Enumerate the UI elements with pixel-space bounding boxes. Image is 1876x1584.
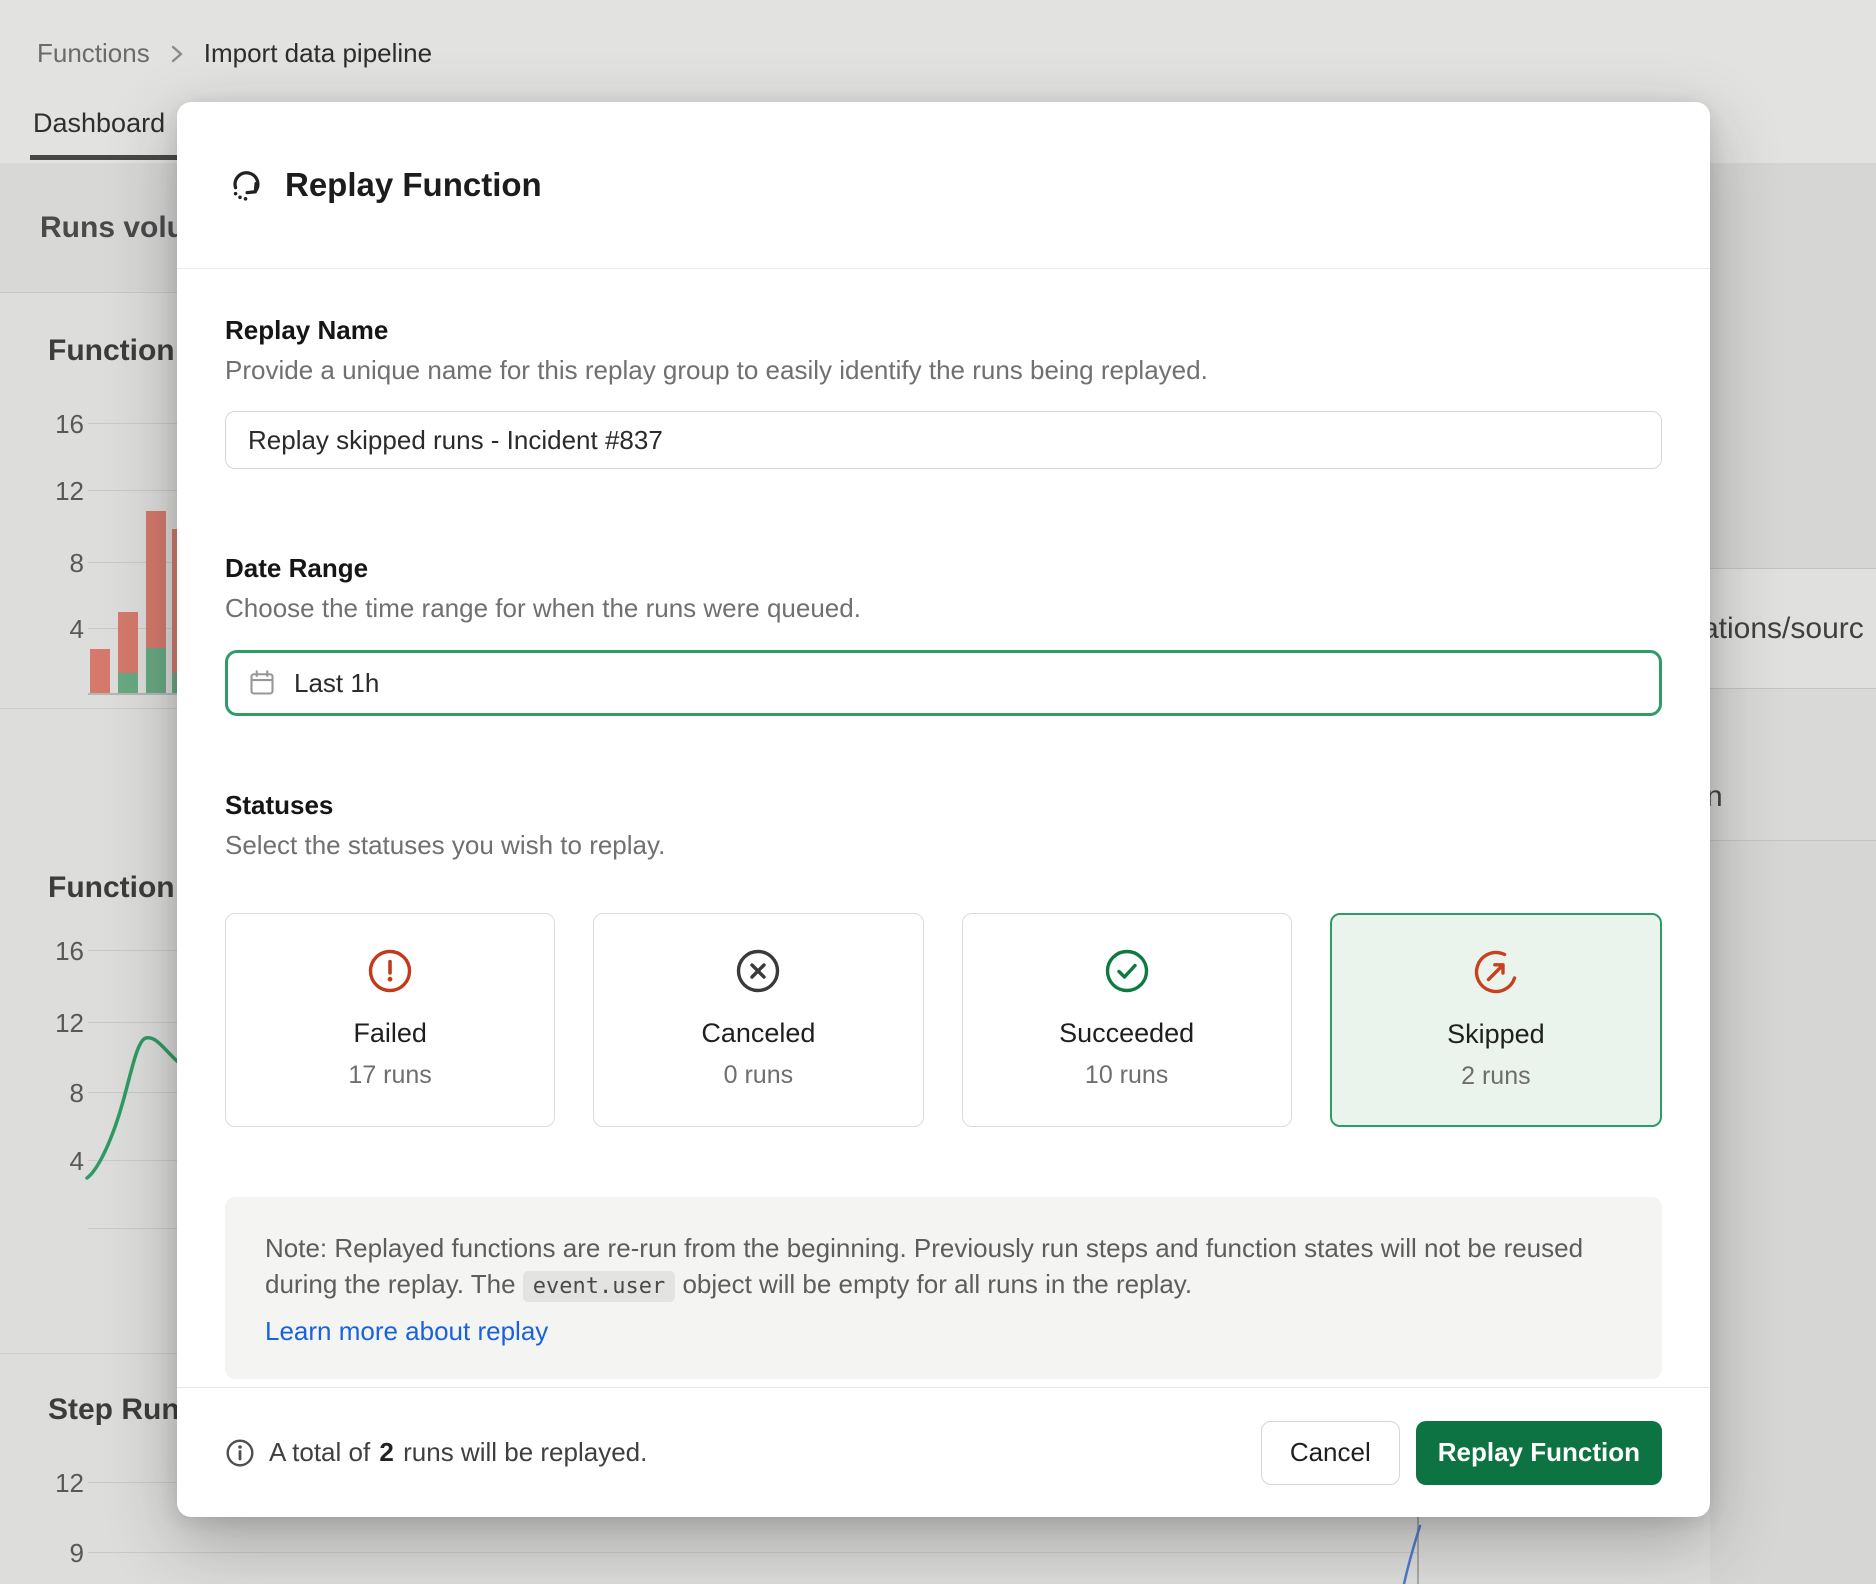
- footer-buttons: Cancel Replay Function: [1261, 1421, 1662, 1485]
- blue-line-series: [1395, 1515, 1425, 1584]
- chevron-right-icon: [170, 43, 184, 65]
- status-card-skipped[interactable]: Skipped 2 runs: [1330, 913, 1662, 1127]
- background-row: [1710, 689, 1876, 841]
- breadcrumb-page: Import data pipeline: [204, 38, 432, 69]
- cancel-button[interactable]: Cancel: [1261, 1421, 1400, 1485]
- replay-icon: [229, 168, 265, 202]
- tab-active-underline: [30, 155, 177, 160]
- bar-segment: [146, 511, 166, 648]
- y-tick: 12: [0, 477, 84, 505]
- check-circle-icon: [1104, 948, 1150, 994]
- dialog-footer: A total of 2 runs will be replayed. Canc…: [177, 1387, 1710, 1517]
- replay-name-label: Replay Name: [225, 315, 1662, 346]
- bar-segment: [146, 648, 166, 693]
- note-text: object will be empty for all runs in the…: [675, 1269, 1192, 1299]
- bar-segment: [118, 612, 138, 673]
- tab-dashboard[interactable]: Dashboard: [33, 108, 165, 139]
- replay-function-dialog: Replay Function Replay Name Provide a un…: [177, 102, 1710, 1517]
- replay-name-input[interactable]: [225, 411, 1662, 469]
- status-card-succeeded[interactable]: Succeeded 10 runs: [962, 913, 1292, 1127]
- status-card-runs: 0 runs: [724, 1061, 793, 1090]
- y-tick: 12: [0, 1469, 84, 1497]
- skip-forward-circle-icon: [1473, 949, 1519, 995]
- replay-function-button[interactable]: Replay Function: [1416, 1421, 1662, 1485]
- dialog-title: Replay Function: [285, 166, 542, 204]
- chart-title: Function: [48, 334, 175, 368]
- breadcrumb: Functions Import data pipeline: [37, 38, 432, 69]
- replay-note: Note: Replayed functions are re-run from…: [225, 1197, 1662, 1379]
- background-row: [1710, 163, 1876, 569]
- summary-prefix: A total of: [269, 1437, 370, 1467]
- date-range-description: Choose the time range for when the runs …: [225, 593, 1662, 624]
- gridline: [88, 1552, 1418, 1553]
- y-tick: 16: [0, 937, 84, 965]
- replay-summary: A total of 2 runs will be replayed.: [225, 1437, 647, 1468]
- status-card-label: Skipped: [1447, 1019, 1545, 1050]
- summary-count: 2: [379, 1437, 393, 1467]
- status-card-runs: 10 runs: [1085, 1061, 1168, 1090]
- calendar-icon: [248, 669, 276, 697]
- breadcrumb-functions[interactable]: Functions: [37, 38, 150, 69]
- learn-more-link[interactable]: Learn more about replay: [265, 1313, 1622, 1349]
- info-icon: [225, 1438, 255, 1468]
- status-card-runs: 2 runs: [1461, 1062, 1530, 1091]
- y-tick: 4: [0, 615, 84, 643]
- date-range-picker[interactable]: Last 1h: [225, 650, 1662, 716]
- bar-segment: [118, 673, 138, 693]
- y-tick: 8: [0, 549, 84, 577]
- alert-circle-icon: [367, 948, 413, 994]
- y-tick: 9: [0, 1539, 84, 1567]
- status-card-label: Succeeded: [1059, 1018, 1194, 1049]
- summary-suffix: runs will be replayed.: [403, 1437, 647, 1467]
- status-card-runs: 17 runs: [348, 1061, 431, 1090]
- chart-title: Function: [48, 871, 175, 905]
- date-range-label: Date Range: [225, 553, 1662, 584]
- bar-segment: [90, 649, 110, 693]
- y-tick: 16: [0, 410, 84, 438]
- background-row: [1710, 841, 1876, 1584]
- code-chip: event.user: [523, 1271, 675, 1302]
- date-range-value: Last 1h: [294, 668, 379, 699]
- status-cards: Failed 17 runs Canceled 0 runs: [225, 913, 1662, 1127]
- statuses-label: Statuses: [225, 790, 1662, 821]
- status-card-label: Failed: [353, 1018, 427, 1049]
- dialog-header: Replay Function: [177, 102, 1710, 269]
- runs-volume-title: Runs volu: [40, 211, 185, 245]
- status-card-label: Canceled: [701, 1018, 815, 1049]
- x-circle-icon: [735, 948, 781, 994]
- background-truncated-text: ations/sourc: [1702, 612, 1864, 646]
- statuses-description: Select the statuses you wish to replay.: [225, 830, 1662, 861]
- status-card-failed[interactable]: Failed 17 runs: [225, 913, 555, 1127]
- chart-title: Step Run: [48, 1393, 180, 1427]
- dialog-body: Replay Name Provide a unique name for th…: [177, 269, 1710, 1379]
- status-card-canceled[interactable]: Canceled 0 runs: [593, 913, 923, 1127]
- replay-name-description: Provide a unique name for this replay gr…: [225, 355, 1662, 386]
